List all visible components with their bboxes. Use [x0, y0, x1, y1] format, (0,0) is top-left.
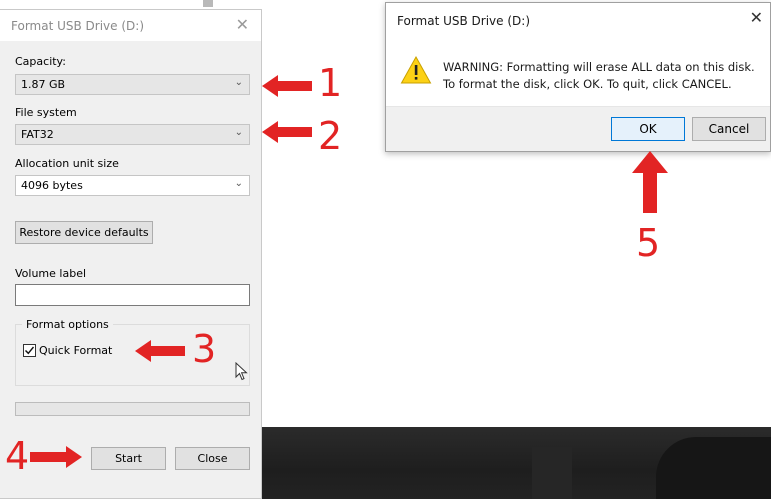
format-dialog: Format USB Drive (D:) ✕ Capacity: 1.87 G… — [0, 9, 262, 499]
background-shape — [656, 437, 771, 499]
format-options-label: Format options — [22, 318, 113, 331]
arrow-right-icon — [30, 446, 82, 468]
volume-label-label: Volume label — [15, 267, 87, 280]
step-number-3: 3 — [192, 327, 217, 371]
warning-icon — [400, 55, 432, 84]
chevron-down-icon: ⌄ — [234, 178, 243, 189]
title-bar: Format USB Drive (D:) ✕ — [0, 10, 261, 41]
warning-dialog: Format USB Drive (D:) ✕ WARNING: Formatt… — [385, 2, 771, 152]
cancel-button[interactable]: Cancel — [692, 117, 766, 141]
volume-label-input[interactable] — [15, 284, 250, 306]
close-icon[interactable]: ✕ — [236, 15, 249, 34]
checkmark-icon — [25, 346, 35, 355]
file-system-value: FAT32 — [21, 128, 54, 141]
step-number-5: 5 — [636, 221, 661, 265]
step-number-2: 2 — [318, 114, 343, 158]
arrow-left-icon — [135, 340, 185, 362]
desktop-background — [262, 427, 771, 499]
quick-format-label: Quick Format — [39, 344, 113, 357]
capacity-label: Capacity: — [15, 55, 66, 68]
allocation-unit-label: Allocation unit size — [15, 157, 119, 170]
step-number-4: 4 — [5, 434, 30, 478]
restore-defaults-button[interactable]: Restore device defaults — [15, 221, 153, 244]
allocation-unit-value: 4096 bytes — [21, 179, 83, 192]
step-number-1: 1 — [318, 61, 343, 105]
arrow-up-icon — [632, 151, 668, 213]
dialog-title: Format USB Drive (D:) — [397, 14, 531, 28]
background-shape — [532, 447, 572, 499]
mouse-cursor-icon — [235, 362, 248, 381]
file-system-dropdown[interactable]: FAT32 ⌄ — [15, 124, 250, 145]
close-icon[interactable]: ✕ — [750, 8, 763, 27]
close-button[interactable]: Close — [175, 447, 250, 470]
dialog-title: Format USB Drive (D:) — [11, 19, 145, 33]
warning-message-line: To format the disk, click OK. To quit, c… — [443, 77, 732, 91]
capacity-value: 1.87 GB — [21, 78, 66, 91]
background-sliver — [203, 0, 213, 7]
format-progress-bar — [15, 402, 250, 416]
start-button[interactable]: Start — [91, 447, 166, 470]
chevron-down-icon: ⌄ — [234, 77, 243, 88]
file-system-label: File system — [15, 106, 77, 119]
allocation-unit-dropdown[interactable]: 4096 bytes ⌄ — [15, 175, 250, 196]
warning-message-line: WARNING: Formatting will erase ALL data … — [443, 60, 755, 74]
arrow-left-icon — [262, 121, 312, 143]
warning-message: WARNING: Formatting will erase ALL data … — [443, 59, 755, 93]
capacity-dropdown[interactable]: 1.87 GB ⌄ — [15, 74, 250, 95]
ok-button[interactable]: OK — [611, 117, 685, 141]
arrow-left-icon — [262, 75, 312, 97]
chevron-down-icon: ⌄ — [234, 127, 243, 138]
quick-format-checkbox[interactable] — [23, 344, 36, 357]
